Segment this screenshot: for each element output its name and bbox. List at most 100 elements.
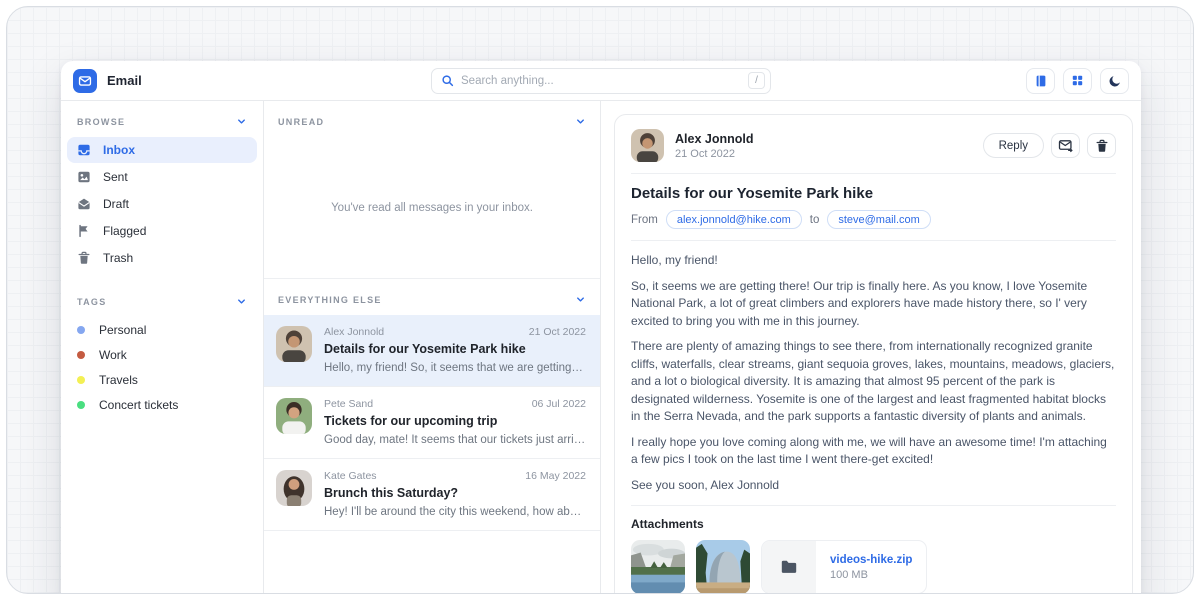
sidebar-item-inbox[interactable]: Inbox <box>67 137 257 163</box>
chevron-down-icon <box>236 296 247 307</box>
email-preview: Good day, mate! It seems that our ticket… <box>324 434 586 446</box>
email-list-item[interactable]: Kate Gates 16 May 2022 Brunch this Satur… <box>264 459 600 531</box>
sidebar: BROWSE Inbox <box>61 101 263 594</box>
from-email-chip[interactable]: alex.jonnold@hike.com <box>666 210 802 229</box>
from-label: From <box>631 214 658 226</box>
email-subject: Details for our Yosemite Park hike <box>324 342 586 356</box>
attachment-photo-yosemite-valley[interactable] <box>631 540 685 594</box>
notebook-icon <box>1034 74 1048 88</box>
detail-header: Alex Jonnold 21 Oct 2022 Reply <box>631 129 1116 162</box>
attachment-file-name: videos-hike.zip <box>830 554 912 566</box>
brand: Email <box>73 69 142 93</box>
divider <box>631 240 1116 241</box>
email-list-item[interactable]: Alex Jonnold 21 Oct 2022 Details for our… <box>264 315 600 387</box>
attachments-title: Attachments <box>631 517 1116 531</box>
avatar <box>631 129 664 162</box>
trash-icon <box>77 251 91 265</box>
avatar <box>276 398 312 434</box>
email-date: 06 Jul 2022 <box>532 398 586 410</box>
sidebar-item-label: Draft <box>103 197 129 211</box>
sidebar-item-flagged[interactable]: Flagged <box>67 218 257 244</box>
chevron-down-icon <box>236 116 247 127</box>
draft-icon <box>77 197 91 211</box>
notebook-button[interactable] <box>1026 68 1055 94</box>
email-preview: Hey! I'll be around the city this weeken… <box>324 506 586 518</box>
to-email-chip[interactable]: steve@mail.com <box>827 210 930 229</box>
tag-item-concert-tickets[interactable]: Concert tickets <box>67 392 257 417</box>
body-paragraph: So, it seems we are getting there! Our t… <box>631 278 1116 331</box>
topbar-actions <box>1026 68 1129 94</box>
tag-label: Travels <box>99 373 138 387</box>
tag-color-dot <box>77 326 85 334</box>
dark-mode-toggle[interactable] <box>1100 68 1129 94</box>
chevron-down-icon <box>575 294 586 305</box>
search-icon <box>441 74 454 87</box>
sent-icon <box>77 170 91 184</box>
to-label: to <box>810 214 820 226</box>
email-body-text: Hello, my friend! So, it seems we are ge… <box>631 252 1116 494</box>
everything-else-section-title: EVERYTHING ELSE <box>278 295 382 305</box>
envelope-icon <box>78 74 92 88</box>
unread-section: UNREAD You've read all messages in your … <box>264 101 600 279</box>
flag-icon <box>77 224 91 238</box>
browser-canvas: Email / <box>6 6 1194 594</box>
tag-label: Work <box>99 348 127 362</box>
email-app-window: Email / <box>61 61 1141 594</box>
tags-section-header[interactable]: TAGS <box>67 281 257 317</box>
tag-color-dot <box>77 351 85 359</box>
desktop-background: Email / <box>0 0 1200 600</box>
email-subject: Brunch this Saturday? <box>324 486 586 500</box>
sidebar-item-label: Flagged <box>103 224 146 238</box>
apps-grid-button[interactable] <box>1063 68 1092 94</box>
email-date: 21 Oct 2022 <box>529 326 586 338</box>
email-app-logo <box>73 69 97 93</box>
attachments-row: videos-hike.zip 100 MB <box>631 540 1116 594</box>
unread-section-header[interactable]: UNREAD <box>264 101 600 137</box>
tag-item-travels[interactable]: Travels <box>67 367 257 392</box>
detail-date: 21 Oct 2022 <box>675 148 972 160</box>
tag-color-dot <box>77 401 85 409</box>
search-bar[interactable]: / <box>431 68 771 94</box>
trash-icon <box>1095 139 1109 153</box>
tag-color-dot <box>77 376 85 384</box>
tag-label: Concert tickets <box>99 398 178 412</box>
unread-empty-state: You've read all messages in your inbox. <box>264 137 600 278</box>
mail-forward-icon <box>1058 138 1073 153</box>
body-paragraph: I really hope you love coming along with… <box>631 434 1116 469</box>
detail-subject: Details for our Yosemite Park hike <box>631 185 1116 202</box>
everything-else-section-header[interactable]: EVERYTHING ELSE <box>264 279 600 315</box>
email-subject: Tickets for our upcoming trip <box>324 414 586 428</box>
sidebar-item-label: Sent <box>103 170 128 184</box>
email-date: 16 May 2022 <box>525 470 586 482</box>
email-detail-card: Alex Jonnold 21 Oct 2022 Reply <box>614 114 1133 594</box>
browse-section-header[interactable]: BROWSE <box>67 101 257 137</box>
tag-label: Personal <box>99 323 146 337</box>
mail-list-column: UNREAD You've read all messages in your … <box>263 101 601 594</box>
email-sender: Alex Jonnold <box>324 326 384 338</box>
body-paragraph: There are plenty of amazing things to se… <box>631 338 1116 426</box>
delete-button[interactable] <box>1087 133 1116 158</box>
sidebar-item-trash[interactable]: Trash <box>67 245 257 271</box>
reply-button[interactable]: Reply <box>983 133 1044 158</box>
body-paragraph: Hello, my friend! <box>631 252 1116 270</box>
forward-mail-button[interactable] <box>1051 133 1080 158</box>
sidebar-item-label: Trash <box>103 251 133 265</box>
sidebar-item-label: Inbox <box>103 143 135 157</box>
sidebar-item-sent[interactable]: Sent <box>67 164 257 190</box>
inbox-icon <box>77 143 91 157</box>
attachment-file-card[interactable]: videos-hike.zip 100 MB <box>761 540 927 594</box>
email-list-item[interactable]: Pete Sand 06 Jul 2022 Tickets for our up… <box>264 387 600 459</box>
main-layout: BROWSE Inbox <box>61 101 1141 594</box>
unread-section-title: UNREAD <box>278 117 324 127</box>
search-input[interactable] <box>461 75 741 87</box>
avatar <box>276 470 312 506</box>
attachment-photo-half-dome[interactable] <box>696 540 750 594</box>
email-detail-column: Alex Jonnold 21 Oct 2022 Reply <box>601 101 1141 594</box>
tag-item-personal[interactable]: Personal <box>67 317 257 342</box>
sidebar-item-draft[interactable]: Draft <box>67 191 257 217</box>
email-preview: Hello, my friend! So, it seems that we a… <box>324 362 586 374</box>
tags-section-title: TAGS <box>77 297 107 307</box>
tag-item-work[interactable]: Work <box>67 342 257 367</box>
chevron-down-icon <box>575 116 586 127</box>
browse-section-title: BROWSE <box>77 117 125 127</box>
